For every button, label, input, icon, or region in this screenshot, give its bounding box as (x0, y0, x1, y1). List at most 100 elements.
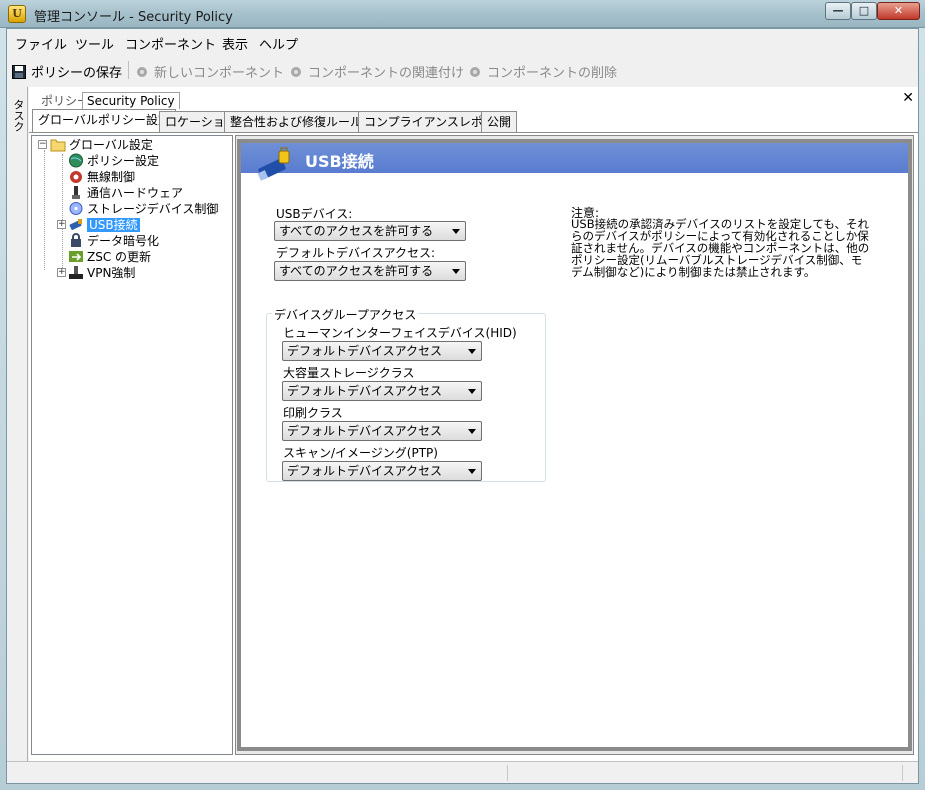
tree-collapse-icon[interactable]: − (38, 140, 47, 149)
scan-imaging-value: デフォルトデバイスアクセス (287, 464, 443, 478)
lock-icon (71, 233, 81, 247)
save-policy-button[interactable]: ポリシーの保存 (12, 62, 122, 81)
scan-imaging-select[interactable]: デフォルトデバイスアクセス (282, 461, 482, 481)
tree-item-policy-settings[interactable]: ポリシー設定 (68, 153, 159, 169)
tree-item-label: USB接続 (87, 218, 140, 232)
status-bar (7, 761, 918, 783)
app-icon: U (8, 5, 26, 23)
associate-component-button[interactable]: コンポーネントの関連付け (289, 62, 464, 81)
chevron-down-icon (468, 389, 476, 394)
window-title: 管理コンソール - Security Policy (34, 10, 233, 25)
print-class-label: 印刷クラス (283, 406, 343, 420)
gear-icon (291, 67, 301, 77)
tree-connector (44, 150, 45, 270)
menu-help[interactable]: ヘルプ (259, 34, 298, 53)
tree-item-zsc-update[interactable]: ZSC の更新 (68, 249, 151, 265)
tree-item-label: VPN強制 (87, 266, 136, 280)
chevron-down-icon (468, 429, 476, 434)
app-window: U 管理コンソール - Security Policy — □ ✕ ファイル ツ… (0, 0, 925, 790)
folder-icon (50, 139, 66, 152)
close-window-button[interactable]: ✕ (877, 2, 920, 20)
breadcrumb-policy-name[interactable]: Security Policy (82, 92, 180, 109)
tree-item-vpn-enforce[interactable]: VPN強制 (68, 265, 135, 281)
usb-settings-panel: USB接続 USBデバイス: すべてのアクセスを許可する デフォルトデバイスアク… (237, 139, 912, 751)
tab-integrity-rules[interactable]: 整合性および修復ルール (224, 111, 369, 133)
new-component-button[interactable]: 新しいコンポーネント (135, 62, 284, 81)
hid-label: ヒューマンインターフェイスデバイス(HID) (283, 326, 517, 340)
chevron-down-icon (468, 469, 476, 474)
scan-imaging-label: スキャン/イメージング(PTP) (283, 446, 438, 460)
wireless-icon (70, 171, 82, 183)
panel-header: USB接続 (241, 143, 908, 181)
delete-component-label: コンポーネントの削除 (487, 66, 618, 81)
client-area: ファイル ツール コンポーネント 表示 ヘルプ ポリシーの保存 新しいコンポーネ… (6, 28, 919, 784)
usb-device-value: すべてのアクセスを許可する (279, 224, 434, 238)
policy-document: ✕ ポリシー Security Policy グローバルポリシー設定 ロケーショ… (29, 87, 918, 761)
toolbar: ポリシーの保存 新しいコンポーネント コンポーネントの関連付け コンポーネントの… (7, 57, 918, 83)
default-access-label: デフォルトデバイスアクセス: (276, 246, 436, 260)
task-sidebar-label: タスク (12, 99, 25, 132)
gear-icon (137, 67, 147, 77)
default-access-value: すべてのアクセスを許可する (279, 264, 434, 278)
hid-select[interactable]: デフォルトデバイスアクセス (282, 341, 482, 361)
save-policy-label: ポリシーの保存 (31, 66, 123, 81)
tab-content: − グローバル設定 ポリシー設定 無線制御 通信ハードウェア ストレージデバイス… (29, 132, 918, 761)
associate-component-label: コンポーネントの関連付け (308, 66, 465, 81)
panel-title: USB接続 (305, 152, 374, 171)
disc-icon (69, 202, 83, 215)
tree-item-label: ポリシー設定 (87, 154, 160, 168)
new-component-label: 新しいコンポーネント (154, 66, 285, 81)
maximize-button[interactable]: □ (851, 2, 877, 20)
hid-value: デフォルトデバイスアクセス (287, 344, 443, 358)
usb-icon (69, 219, 82, 230)
tree-item-label: データ暗号化 (87, 234, 160, 248)
vpn-icon (69, 266, 83, 279)
globe-icon (69, 153, 83, 168)
tree-item-label: 無線制御 (87, 170, 136, 184)
tree-item-storage-control[interactable]: ストレージデバイス制御 (68, 201, 218, 217)
usb-drive-icon (257, 147, 290, 181)
tree-expand-icon[interactable]: + (57, 268, 66, 277)
print-class-value: デフォルトデバイスアクセス (287, 424, 443, 438)
tree-item-label: ストレージデバイス制御 (87, 202, 219, 216)
chevron-down-icon (452, 269, 460, 274)
mass-storage-select[interactable]: デフォルトデバイスアクセス (282, 381, 482, 401)
title-bar[interactable]: U 管理コンソール - Security Policy — □ ✕ (0, 0, 925, 28)
save-icon (12, 65, 26, 79)
tab-publish[interactable]: 公開 (481, 111, 518, 133)
minimize-button[interactable]: — (825, 2, 851, 20)
tree-expand-icon[interactable]: + (57, 220, 66, 229)
device-group-title: デバイスグループアクセス (272, 306, 419, 323)
tree-item-wireless-control[interactable]: 無線制御 (68, 169, 135, 185)
print-class-select[interactable]: デフォルトデバイスアクセス (282, 421, 482, 441)
menu-file[interactable]: ファイル (15, 34, 67, 53)
menu-tools[interactable]: ツール (75, 34, 114, 53)
menu-component[interactable]: コンポーネント (125, 34, 216, 53)
tree-item-label: ZSC の更新 (87, 250, 152, 264)
menu-view[interactable]: 表示 (222, 34, 248, 53)
chevron-down-icon (452, 229, 460, 234)
task-sidebar[interactable]: タスク (7, 87, 28, 761)
hardware-icon (72, 186, 80, 199)
tree-root-global-settings[interactable]: グローバル設定 (50, 137, 153, 153)
usb-device-label: USBデバイス: (276, 207, 353, 221)
close-document-icon[interactable]: ✕ (902, 90, 914, 106)
status-segment (902, 765, 903, 781)
menu-bar: ファイル ツール コンポーネント 表示 ヘルプ (7, 29, 918, 55)
tree-item-usb[interactable]: USB接続 (68, 217, 140, 233)
delete-component-button[interactable]: コンポーネントの削除 (468, 62, 617, 81)
note-text: USB接続の承認済みデバイスのリストを設定しても、それらのデバイスがポリシーによ… (571, 217, 870, 279)
mass-storage-value: デフォルトデバイスアクセス (287, 384, 443, 398)
status-segment (507, 765, 508, 781)
tree-item-label: 通信ハードウェア (87, 186, 184, 200)
chevron-down-icon (468, 349, 476, 354)
tree-root-label: グローバル設定 (69, 138, 153, 152)
tab-global-policy[interactable]: グローバルポリシー設定 (32, 109, 176, 132)
update-icon (69, 251, 83, 262)
default-access-select[interactable]: すべてのアクセスを許可する (274, 261, 466, 281)
usb-device-select[interactable]: すべてのアクセスを許可する (274, 221, 466, 241)
mass-storage-label: 大容量ストレージクラス (283, 366, 415, 380)
tree-item-data-encryption[interactable]: データ暗号化 (68, 233, 159, 249)
gear-icon (470, 67, 480, 77)
tree-item-comm-hardware[interactable]: 通信ハードウェア (68, 185, 183, 201)
